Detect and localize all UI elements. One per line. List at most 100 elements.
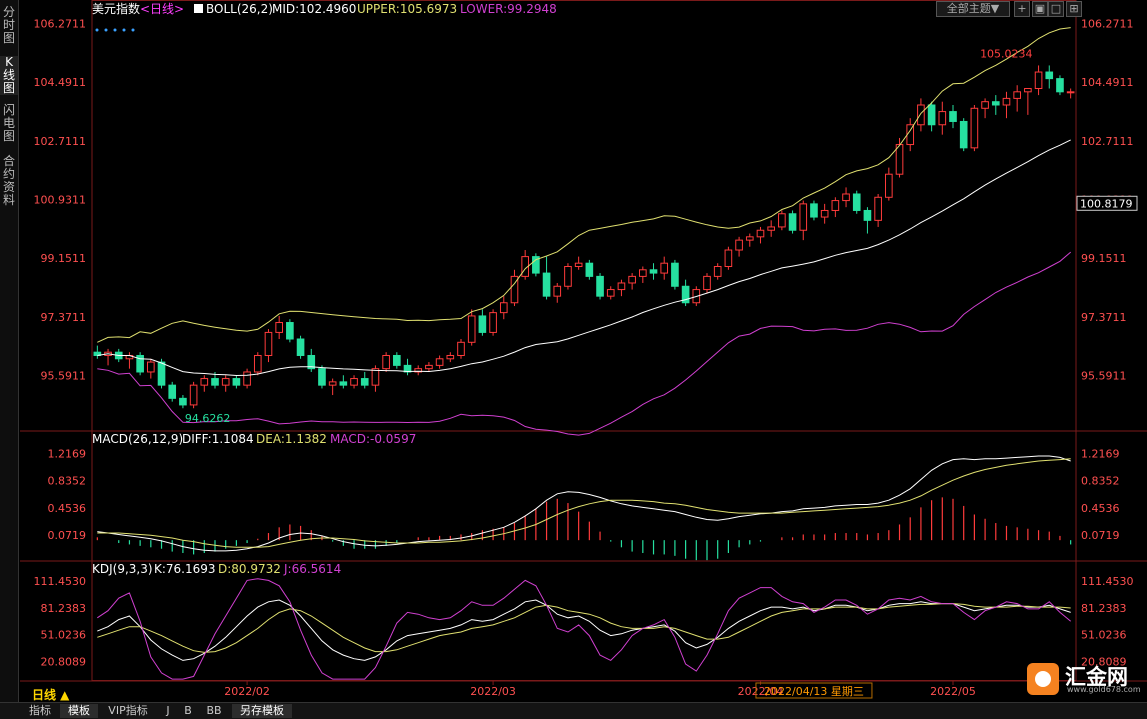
candle-body	[788, 213, 797, 231]
macd-y-tick-left: 1.2169	[48, 447, 87, 460]
main-y-tick-left: 106.2711	[34, 18, 87, 31]
candle-body	[639, 269, 647, 277]
candle-body	[553, 285, 562, 297]
candle-body	[371, 368, 380, 386]
main-y-tick-left: 100.9311	[34, 194, 87, 207]
brand-logo: 汇金网 www.gold678.com	[1027, 663, 1141, 695]
tab-flash-chart[interactable]: 闪电图	[0, 104, 18, 143]
candle-body	[200, 378, 209, 386]
candle-body	[1024, 88, 1032, 93]
candle-body	[393, 354, 401, 366]
x-axis-label: 2022/05	[930, 685, 976, 698]
boll-lower-line	[97, 251, 1072, 436]
theme-dropdown[interactable]: 全部主题▼	[936, 1, 1010, 17]
tab-timeshare[interactable]: 分时图	[0, 6, 18, 45]
macd-hist-value: MACD:-0.0597	[330, 432, 416, 446]
candle-body	[1002, 97, 1011, 106]
candle-body	[895, 144, 904, 175]
candle-body	[842, 193, 850, 202]
candle-body	[671, 262, 679, 287]
macd-y-tick-right: 1.2169	[1081, 447, 1120, 460]
macd-y-tick-left: 0.8352	[48, 475, 87, 488]
candle-body	[1034, 71, 1043, 90]
chart-canvas[interactable]: 美元指数 <日线> BOLL(26,2) MID:102.4960 UPPER:105.…	[0, 0, 1147, 718]
candle-body	[917, 104, 925, 126]
candle-body	[735, 239, 743, 251]
main-y-tick-left: 104.4911	[34, 76, 87, 89]
bottom-toolbar: 指标 模板 VIP指标 J B BB 另存模板	[0, 702, 1147, 719]
macd-y-tick-right: 0.0719	[1081, 529, 1120, 542]
macd-diff-value: DIFF:1.1084	[182, 432, 254, 446]
macd-y-tick-right: 0.8352	[1081, 475, 1120, 488]
candle-body	[1013, 91, 1021, 99]
fullscreen-icon[interactable]: ⊞	[1066, 1, 1082, 17]
candle-body	[585, 262, 594, 277]
tab-b[interactable]: B	[180, 704, 196, 718]
last-price-label: 100.8179	[1080, 197, 1133, 210]
candle-body	[147, 361, 155, 373]
tab-vip-indicators[interactable]: VIP指标	[102, 704, 154, 718]
candle-body	[382, 354, 390, 370]
kdj-pane	[97, 578, 1072, 680]
candle-body	[179, 397, 187, 406]
candle-body	[350, 378, 358, 386]
x-axis-label: 2022/02	[224, 685, 270, 698]
candlestick-series	[93, 65, 1075, 409]
kdj-y-tick-left: 81.2383	[41, 602, 87, 615]
main-y-tick-left: 95.5911	[41, 370, 87, 383]
candle-body	[949, 111, 957, 122]
candle-body	[617, 282, 626, 291]
main-y-tick-right: 99.1511	[1081, 252, 1127, 265]
kdj-y-tick-left: 20.8089	[41, 656, 87, 669]
candle-body	[820, 209, 829, 218]
scroll-dot-icon	[122, 28, 126, 32]
tab-kline[interactable]: K线图	[0, 56, 18, 95]
tab-bb[interactable]: BB	[202, 704, 226, 718]
candle-body	[703, 275, 711, 291]
candle-body	[253, 354, 262, 373]
candle-body	[264, 331, 273, 356]
tab-indicators[interactable]: 指标	[24, 704, 56, 718]
candle-body	[745, 236, 754, 241]
kdj-d-line	[97, 603, 1071, 653]
candle-body	[435, 358, 444, 366]
zoom-in-icon[interactable]: ▣	[1032, 1, 1048, 17]
main-y-tick-left: 97.3711	[41, 311, 87, 324]
candle-body	[542, 272, 551, 297]
main-y-tick-left: 99.1511	[41, 252, 87, 265]
candle-body	[564, 265, 572, 287]
macd-pane	[96, 455, 1072, 561]
candle-body	[660, 262, 669, 274]
scroll-dot-icon	[113, 28, 117, 32]
low-annotation: 94.6262	[185, 412, 231, 425]
kdj-d-value: D:80.9732	[218, 562, 281, 576]
kdj-y-tick-left: 51.0236	[41, 629, 87, 642]
crosshair-icon[interactable]: +	[1014, 1, 1030, 17]
candle-body	[457, 341, 465, 356]
candle-body	[767, 226, 775, 231]
candle-body	[885, 173, 893, 198]
candle-body	[810, 203, 818, 218]
tab-templates[interactable]: 模板	[60, 704, 98, 718]
tab-j[interactable]: J	[160, 704, 176, 718]
candle-body	[596, 275, 604, 297]
candle-body	[831, 200, 840, 211]
candle-body	[328, 381, 337, 386]
candle-body	[852, 193, 861, 211]
candle-body	[606, 289, 615, 297]
candle-body	[863, 209, 872, 221]
candle-body	[425, 364, 433, 370]
zoom-out-icon[interactable]: □	[1048, 1, 1064, 17]
candle-body	[478, 315, 487, 333]
x-axis-label: 2022/03	[470, 685, 516, 698]
main-y-tick-right: 102.7111	[1081, 135, 1134, 148]
crosshair-date-label: 2022/04/13 星期三	[764, 685, 864, 698]
period-selector[interactable]: 日线 ▲	[32, 686, 69, 703]
candle-body	[713, 265, 722, 277]
candle-body	[756, 229, 765, 238]
tab-save-template[interactable]: 另存模板	[232, 704, 292, 718]
tab-contract-info[interactable]: 合约资料	[0, 155, 18, 207]
kdj-y-tick-left: 111.4530	[34, 575, 87, 588]
scroll-dot-icon	[104, 28, 108, 32]
candle-body	[799, 203, 808, 231]
